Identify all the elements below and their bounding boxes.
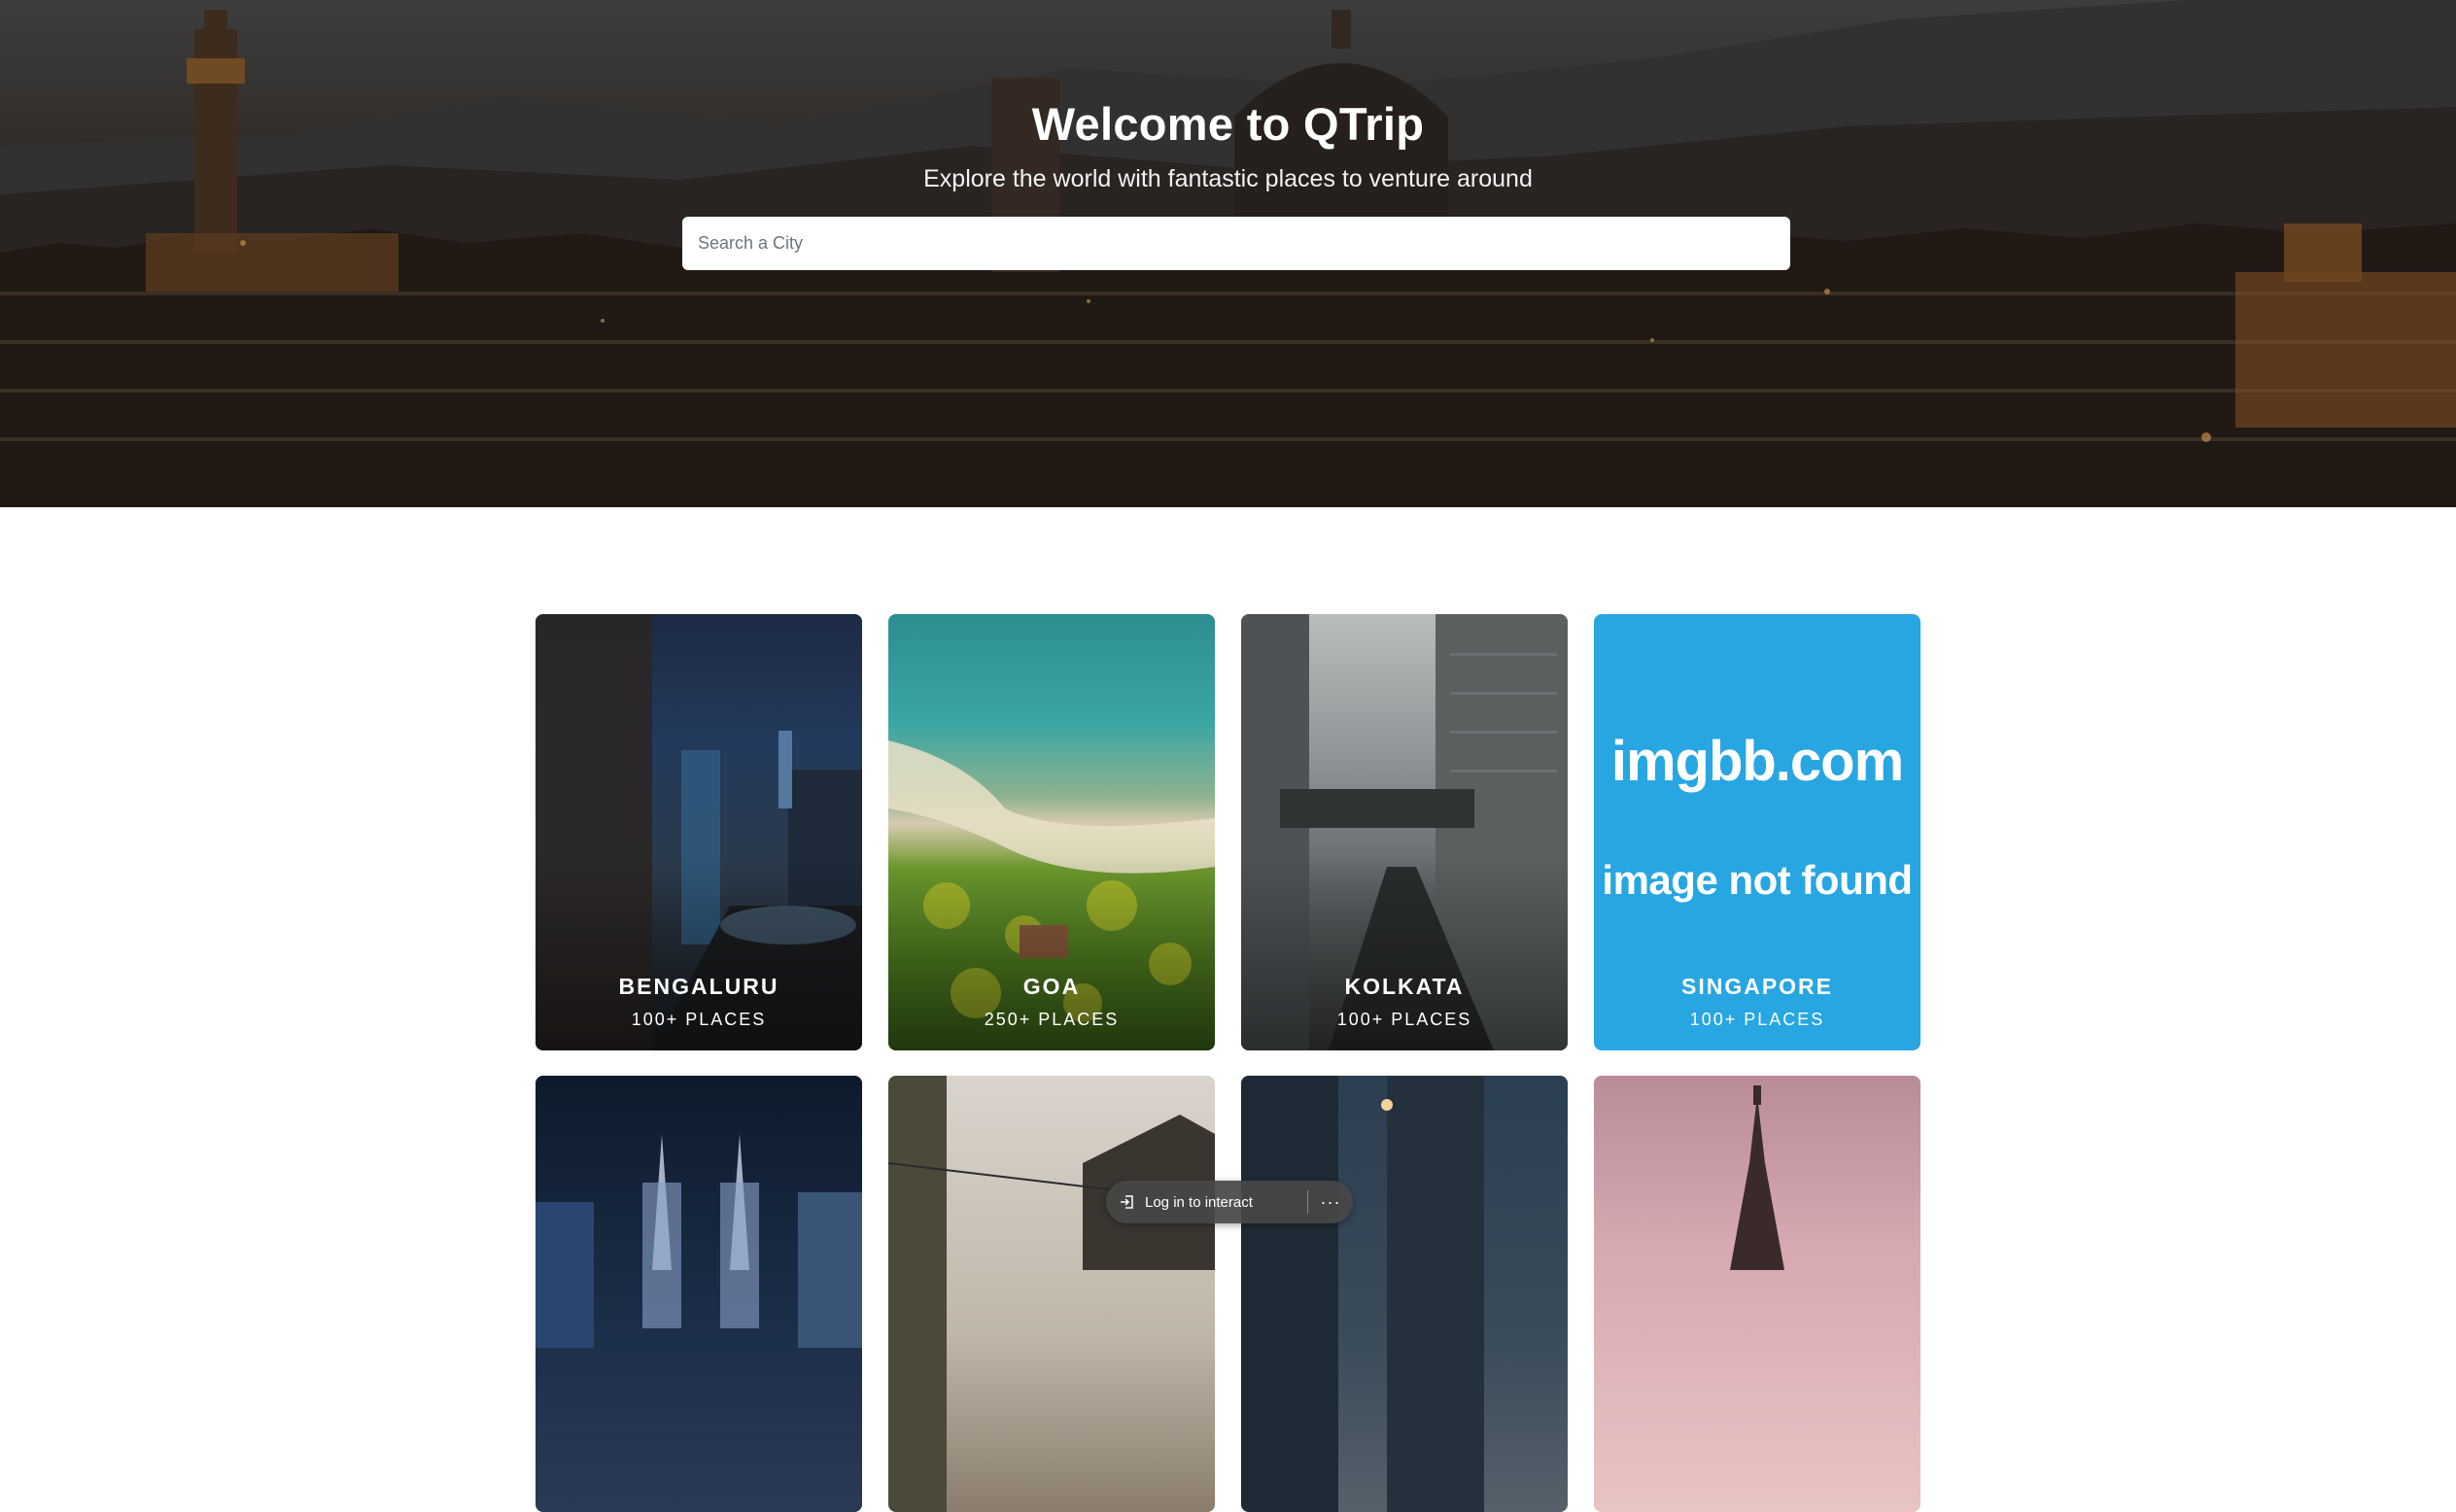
city-image-art [888, 1076, 1215, 1512]
city-card[interactable] [536, 1076, 862, 1512]
city-card-kolkata[interactable]: Kolkata 100+ Places [1241, 614, 1568, 1050]
city-image-art [1594, 1076, 1920, 1512]
city-card[interactable] [1241, 1076, 1568, 1512]
more-options-button[interactable]: ··· [1314, 1181, 1347, 1223]
city-search-input[interactable] [682, 217, 1790, 270]
city-card-singapore[interactable]: imgbb.com image not found Singapore 100+… [1594, 614, 1920, 1050]
city-card[interactable] [888, 1076, 1215, 1512]
hero-banner: Welcome to QTrip Explore the world with … [0, 0, 2456, 507]
hero-subtitle: Explore the world with fantastic places … [923, 165, 1533, 192]
city-places-count: 100+ Places [1689, 1010, 1825, 1029]
city-image-art [536, 1076, 862, 1512]
login-button[interactable]: Log in to interact [1118, 1181, 1253, 1223]
city-places-count: 100+ Places [631, 1010, 767, 1029]
city-card-goa[interactable]: Goa 250+ Places [888, 614, 1215, 1050]
image-placeholder-text: imgbb.com [1610, 730, 1904, 793]
divider [1307, 1190, 1308, 1214]
hero-title: Welcome to QTrip [1031, 98, 1425, 150]
login-label: Log in to interact [1145, 1193, 1253, 1211]
city-name: Kolkata [1344, 974, 1465, 999]
city-card-bengaluru[interactable]: Bengaluru 100+ Places [536, 614, 862, 1050]
city-places-count: 250+ Places [984, 1010, 1120, 1029]
city-image-art [1241, 1076, 1568, 1512]
login-icon [1118, 1192, 1137, 1212]
city-card[interactable] [1594, 1076, 1920, 1512]
image-not-found-text: image not found [1602, 857, 1913, 903]
city-places-count: 100+ Places [1336, 1010, 1472, 1029]
city-name: Goa [1022, 974, 1081, 999]
city-name: Bengaluru [618, 974, 779, 999]
login-overlay-bar: Log in to interact ··· [1106, 1181, 1353, 1223]
city-name: Singapore [1680, 974, 1834, 999]
